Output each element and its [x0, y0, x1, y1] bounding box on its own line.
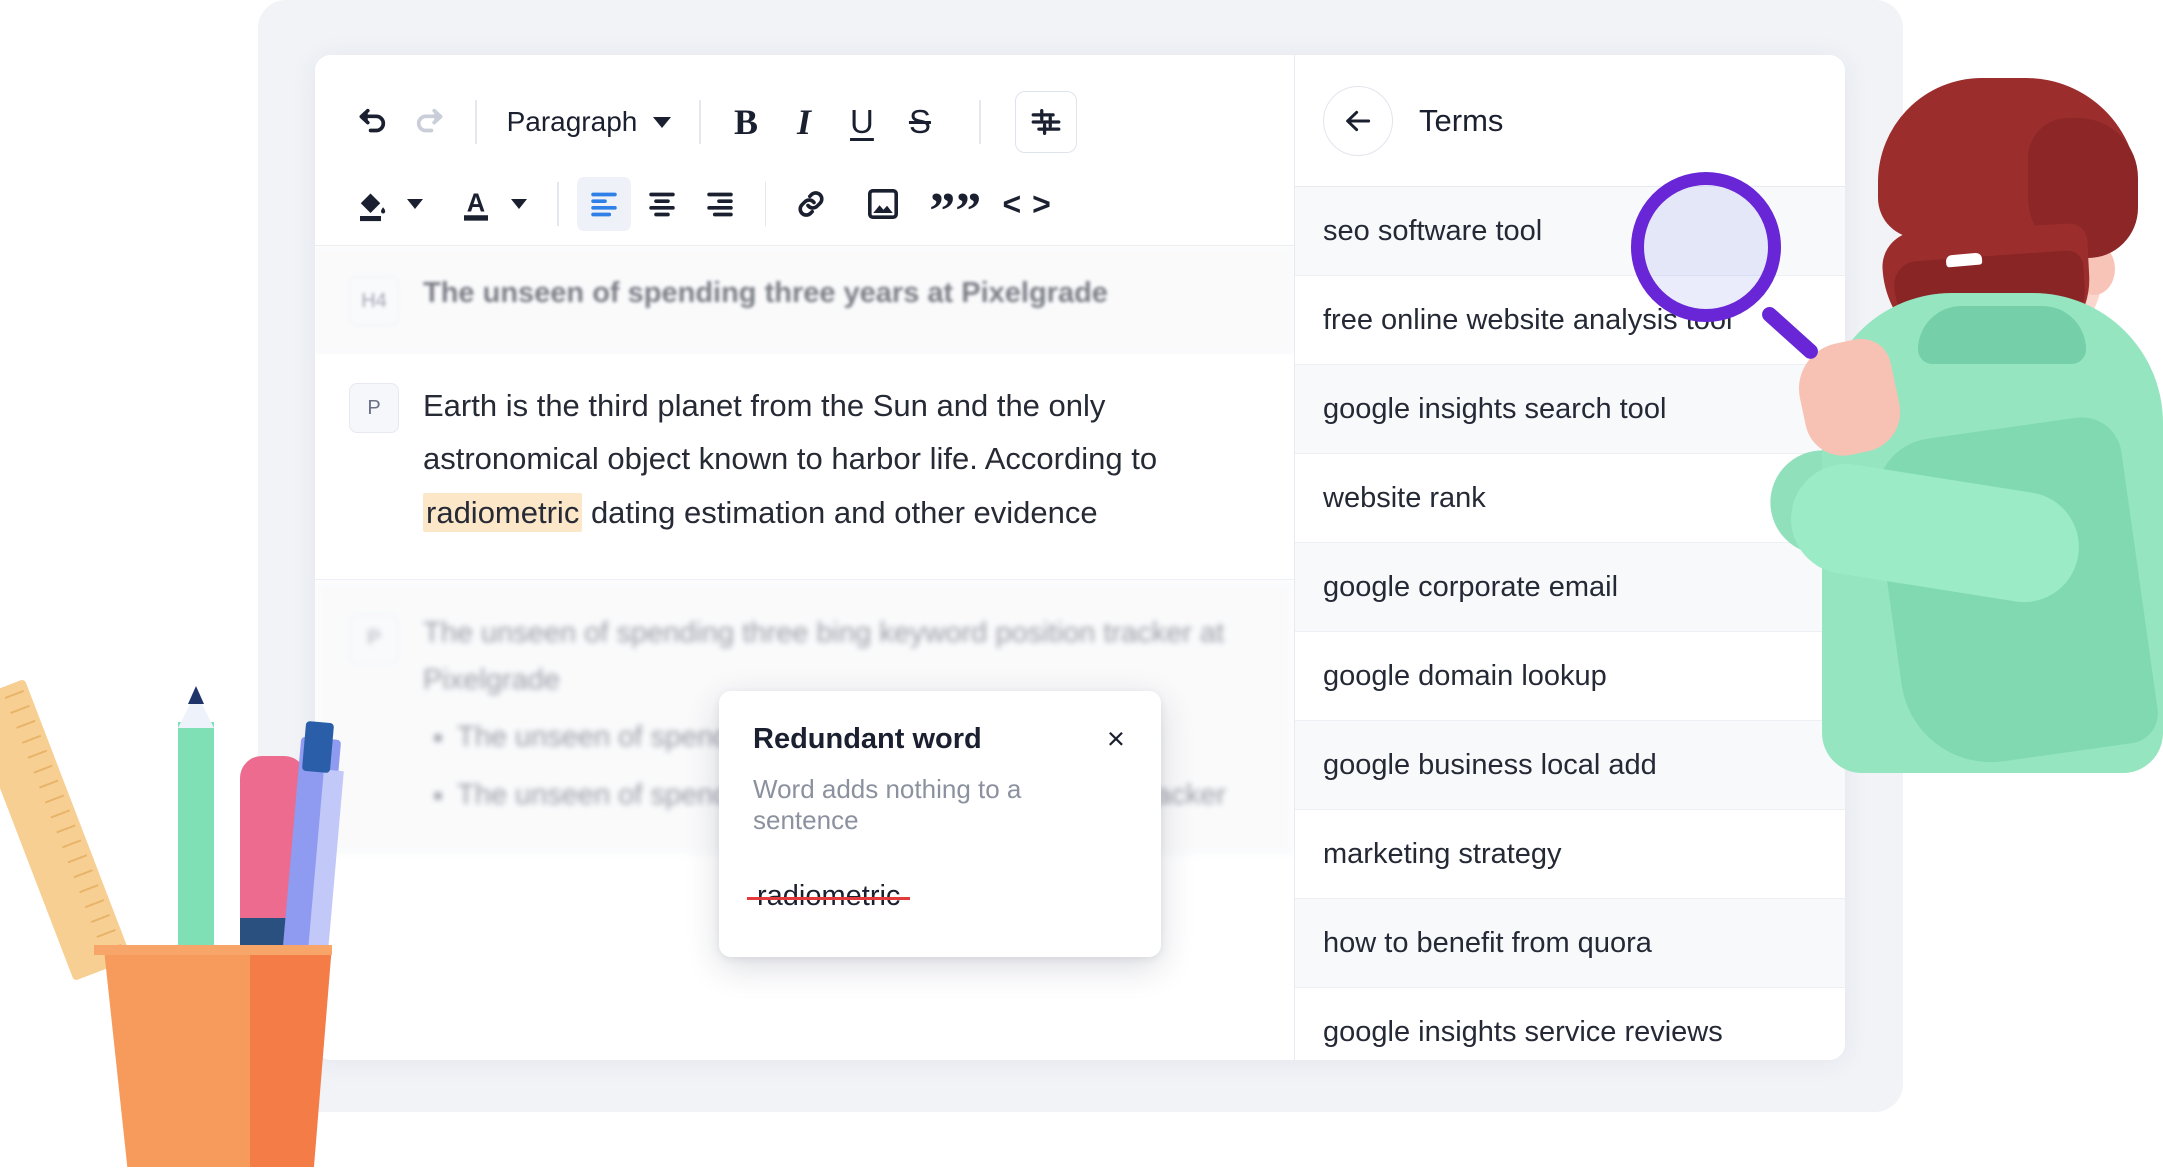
paragraph-text-before: Earth is the third planet from the Sun a… [423, 388, 1157, 476]
align-right-icon [703, 187, 737, 221]
paragraph-text-after: dating estimation and other evidence [582, 495, 1097, 530]
italic-button[interactable]: I [777, 95, 831, 149]
paragraph-block[interactable]: P Earth is the third planet from the Sun… [315, 353, 1294, 580]
bold-icon: B [734, 101, 758, 143]
toolbar-divider-2 [699, 100, 701, 144]
heading-text: The unseen of spending three years at Pi… [423, 272, 1108, 316]
align-right-button[interactable] [693, 177, 747, 231]
bold-button[interactable]: B [719, 95, 773, 149]
insert-link-button[interactable] [784, 177, 838, 231]
popup-suggestion-word[interactable]: radiometric [753, 880, 904, 913]
ruler-icon [0, 679, 132, 981]
block-tag-p: P [349, 383, 399, 433]
align-center-button[interactable] [635, 177, 689, 231]
strikethrough-icon: S [909, 103, 931, 141]
align-left-button[interactable] [577, 177, 631, 231]
toolbar-divider-4 [557, 182, 559, 226]
pencil-icon [178, 722, 214, 962]
align-left-icon [587, 187, 621, 221]
list-item[interactable]: google business local add [1295, 721, 1845, 810]
undo-button[interactable] [345, 95, 399, 149]
underline-button[interactable]: U [835, 95, 889, 149]
paragraph-text: Earth is the third planet from the Sun a… [423, 379, 1183, 539]
toolbar-row-2: A [345, 163, 1264, 245]
toolbar-divider-5 [765, 182, 767, 226]
list-item[interactable]: google insights search tool [1295, 365, 1845, 454]
strikethrough-button[interactable]: S [893, 95, 947, 149]
pencil-lead-icon [188, 686, 204, 704]
back-arrow-icon [1342, 105, 1374, 137]
pencil-cup-illustration [60, 660, 350, 1170]
popup-subtitle: Word adds nothing to a sentence [753, 774, 1127, 836]
text-color-button[interactable]: A [449, 177, 503, 231]
fill-color-button[interactable] [345, 177, 399, 231]
text-color-chevron-down-icon[interactable] [511, 199, 527, 209]
align-center-icon [645, 187, 679, 221]
text-color-icon: A [458, 186, 494, 222]
list-item[interactable]: google corporate email [1295, 543, 1845, 632]
toolbar-divider-1 [475, 100, 477, 144]
suggestion-popup: Redundant word × Word adds nothing to a … [719, 691, 1161, 957]
block-format-label: Paragraph [495, 106, 644, 138]
blockquote-button[interactable]: ”” [928, 177, 982, 231]
italic-icon: I [797, 101, 811, 143]
toolbar-row-1: Paragraph B I U S [345, 81, 1264, 163]
list-item[interactable]: website rank [1295, 454, 1845, 543]
block-tag-p-lower: P [349, 614, 399, 664]
list-item[interactable]: seo software tool [1295, 187, 1845, 276]
block-tag-h4: H4 [349, 276, 399, 326]
list-item[interactable]: how to benefit from quora [1295, 899, 1845, 988]
list-item[interactable]: free online website analysis tool [1295, 276, 1845, 365]
editor-settings-button[interactable] [1015, 91, 1077, 153]
back-button[interactable] [1323, 86, 1393, 156]
sliders-icon [1029, 105, 1063, 139]
undo-icon [355, 105, 389, 139]
list-item[interactable]: marketing strategy [1295, 810, 1845, 899]
code-icon: < > [1003, 186, 1052, 223]
page-title: Terms [1419, 103, 1503, 139]
block-format-dropdown[interactable]: Paragraph [495, 95, 682, 149]
popup-header: Redundant word × [753, 723, 1127, 756]
chevron-down-icon [653, 117, 671, 128]
toolbar-divider-3 [979, 100, 981, 144]
list-item[interactable]: google insights service reviews [1295, 988, 1845, 1060]
person-collar [1918, 306, 2086, 364]
pen-cap-icon [302, 721, 334, 773]
person-illustration [1770, 48, 2163, 768]
editor-card: Paragraph B I U S [315, 55, 1845, 1060]
cup-shadow [250, 945, 332, 1167]
code-block-button[interactable]: < > [1000, 177, 1054, 231]
fill-color-chevron-down-icon[interactable] [407, 199, 423, 209]
screenshot-root: Paragraph B I U S [0, 0, 2163, 1170]
quote-icon: ”” [929, 183, 981, 225]
redo-icon [413, 105, 447, 139]
image-icon [865, 186, 901, 222]
close-icon[interactable]: × [1105, 723, 1127, 754]
redo-button[interactable] [403, 95, 457, 149]
highlighted-word[interactable]: radiometric [423, 493, 582, 532]
cup-rim [94, 945, 332, 955]
editor-pane: Paragraph B I U S [315, 55, 1295, 1060]
list-item[interactable]: google domain lookup [1295, 632, 1845, 721]
terms-pane: Terms seo software tool free online webs… [1295, 55, 1845, 1060]
terms-header: Terms [1295, 55, 1845, 187]
editor-toolbar: Paragraph B I U S [315, 55, 1294, 245]
svg-text:A: A [467, 190, 485, 218]
heading-block[interactable]: H4 The unseen of spending three years at… [315, 246, 1294, 353]
link-icon [793, 186, 829, 222]
underline-icon: U [850, 103, 874, 141]
popup-title: Redundant word [753, 723, 982, 756]
terms-list: seo software tool free online website an… [1295, 187, 1845, 1060]
insert-image-button[interactable] [856, 177, 910, 231]
fill-color-icon [354, 186, 390, 222]
